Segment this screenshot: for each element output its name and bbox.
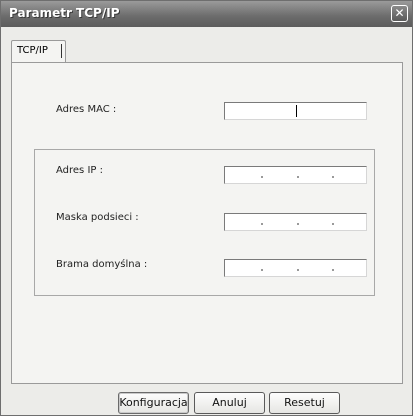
ip-separator — [261, 269, 263, 271]
tab-divider — [61, 44, 62, 58]
default-gateway-field[interactable] — [224, 259, 367, 277]
window-title: Parametr TCP/IP — [9, 6, 120, 20]
ip-separator — [297, 176, 299, 178]
ip-separator — [332, 223, 334, 225]
configure-button[interactable]: Konfiguracja — [118, 392, 189, 414]
tcpip-dialog: Parametr TCP/IP ✕ TCP/IP Adres MAC : Adr… — [0, 0, 413, 416]
cancel-button[interactable]: Anuluj — [194, 392, 265, 414]
ip-address-field[interactable] — [224, 166, 367, 184]
mask-label: Maska podsieci : — [56, 212, 139, 223]
reset-button[interactable]: Resetuj — [269, 392, 340, 414]
ip-label: Adres IP : — [56, 165, 103, 176]
tab-tcpip[interactable]: TCP/IP — [11, 40, 66, 63]
ip-separator — [261, 223, 263, 225]
gateway-label: Brama domyślna : — [56, 259, 148, 270]
ip-separator — [297, 269, 299, 271]
close-button[interactable]: ✕ — [391, 5, 408, 22]
ip-separator — [297, 223, 299, 225]
ip-separator — [332, 176, 334, 178]
mac-label: Adres MAC : — [56, 104, 117, 115]
title-bar[interactable]: Parametr TCP/IP ✕ — [1, 1, 412, 27]
mac-address-field[interactable] — [224, 102, 367, 120]
text-cursor — [296, 105, 297, 117]
ip-separator — [261, 176, 263, 178]
ip-separator — [332, 269, 334, 271]
close-icon: ✕ — [394, 6, 405, 20]
subnet-mask-field[interactable] — [224, 213, 367, 231]
tab-label: TCP/IP — [17, 45, 48, 56]
